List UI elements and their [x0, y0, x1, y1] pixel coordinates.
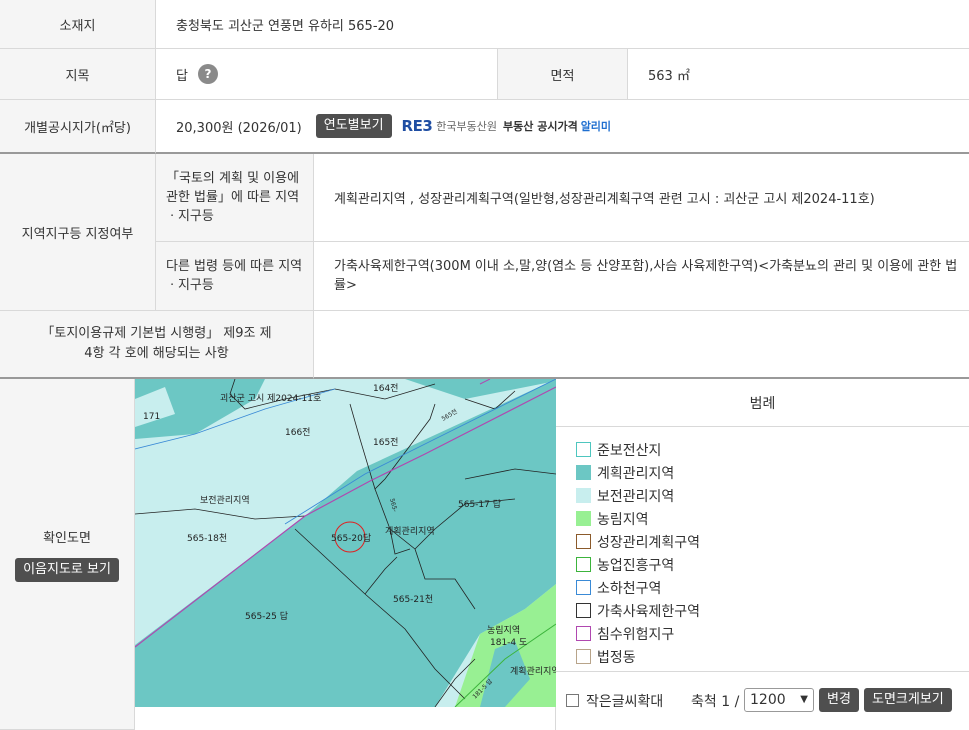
legend-item: 농림지역	[576, 507, 700, 530]
legend-item-label: 농림지역	[597, 511, 649, 528]
legend-list: 준보전산지계획관리지역보전관리지역농림지역성장관리계획구역농업진흥구역소하천구역…	[576, 438, 700, 668]
map-label-bojeon: 보전관리지역	[200, 495, 250, 506]
legend-item: 준보전산지	[576, 438, 700, 461]
legend-item: 농업진흥구역	[576, 553, 700, 576]
law2-value: 가축사육제한구역(300M 이내 소,말,양(염소 등 산양포함),사슴 사육제…	[334, 259, 958, 293]
law1-label: 「국토의 계획 및 이용에 관한 법률」에 따른 지역ㆍ지구등	[166, 171, 300, 224]
view-eum-map-button[interactable]: 이음지도로 보기	[15, 557, 119, 582]
legend-item-label: 침수위험지구	[597, 626, 675, 643]
map-label-gyehoek2: 계획관리지역	[510, 665, 556, 677]
legend-item-label: 법정동	[597, 649, 636, 666]
legend-item: 법정동	[576, 645, 700, 668]
map-label-565-18: 565-18천	[187, 533, 227, 544]
legend-swatch	[576, 649, 591, 664]
zone-label: 지역지구등 지정여부	[21, 226, 134, 242]
area-label: 면적	[550, 68, 575, 84]
map-label-164: 164전	[373, 383, 398, 394]
map-canvas: 괴산군 고시 제2024-11호 164전 166전 165전 565전 보전관…	[135, 379, 556, 707]
legend-item-label: 계획관리지역	[597, 465, 675, 482]
map-controls: 작은글씨확대 축척 1 / 1200 ▼ 변경 도면크게보기	[556, 671, 969, 730]
law1-value-cell: 계획관리지역 , 성장관리계획구역(일반형,성장관리계획구역 관련 고시 : 괴…	[314, 154, 969, 242]
legend-item: 침수위험지구	[576, 622, 700, 645]
address-value: 충청북도 괴산군 연풍면 유하리 565-20	[176, 18, 395, 34]
map-footer-space	[135, 707, 556, 730]
legend-swatch	[576, 580, 591, 595]
scale-label: 축척 1 /	[691, 694, 740, 710]
large-map-button[interactable]: 도면크게보기	[864, 688, 952, 712]
map-label-166: 166전	[285, 427, 310, 438]
yearly-view-button[interactable]: 연도별보기	[315, 114, 392, 138]
small-text-zoom-label[interactable]: 작은글씨확대	[586, 691, 663, 711]
legend-swatch	[576, 465, 591, 480]
price-value: 20,300원 (2026/01)	[176, 120, 302, 136]
price-label: 개별공시지가(㎡당)	[24, 120, 131, 136]
law2-label-cell: 다른 법령 등에 따른 지역ㆍ지구등	[156, 242, 314, 311]
regulation-label-cell: 「토지이용규제 기본법 시행령」 제9조 제4항 각 호에 해당되는 사항	[0, 311, 314, 379]
legend-title: 범례	[556, 379, 969, 427]
legend-swatch	[576, 442, 591, 457]
map-label-565-25: 565-25 답	[245, 610, 288, 622]
jimok-label: 지목	[65, 68, 90, 84]
map-label-171: 171	[143, 412, 160, 422]
jimok-value: 답	[176, 68, 188, 84]
address-label-cell: 소재지	[0, 0, 156, 49]
legend-swatch	[576, 603, 591, 618]
law2-label: 다른 법령 등에 따른 지역ㆍ지구등	[166, 259, 303, 293]
map-label-notice: 괴산군 고시 제2024-11호	[220, 393, 321, 404]
reb-alimi: 알리미	[580, 120, 612, 133]
map-label-gyehoek: 계획관리지역	[385, 525, 435, 537]
legend-item-label: 준보전산지	[597, 442, 662, 459]
area-label-cell: 면적	[498, 49, 628, 100]
legend-swatch	[576, 488, 591, 503]
scale-select[interactable]: 1200 ▼	[744, 688, 814, 712]
scale-select-value: 1200	[750, 692, 786, 708]
small-text-zoom-checkbox[interactable]	[566, 694, 579, 707]
reb-org: 한국부동산원	[436, 120, 498, 133]
map-section-label-cell: 확인도면 이음지도로 보기	[0, 379, 135, 730]
legend-item: 가축사육제한구역	[576, 599, 700, 622]
legend-item-label: 소하천구역	[597, 580, 662, 597]
legend-swatch	[576, 511, 591, 526]
area-value: 563 ㎡	[648, 68, 690, 84]
question-icon[interactable]: ?	[197, 64, 218, 84]
reb-link[interactable]: RE3 한국부동산원 부동산 공시가격 알리미	[402, 117, 612, 135]
legend-swatch	[576, 557, 591, 572]
regulation-value-cell	[314, 311, 969, 379]
zone-label-cell: 지역지구등 지정여부	[0, 154, 156, 311]
legend-item: 소하천구역	[576, 576, 700, 599]
legend-item-label: 가축사육제한구역	[597, 603, 701, 620]
map-label-nongnim: 농림지역	[487, 624, 520, 636]
map-label-565-21: 565-21천	[393, 594, 433, 605]
map-section-label: 확인도면	[43, 530, 91, 546]
confirmation-map[interactable]: 괴산군 고시 제2024-11호 164전 166전 165전 565전 보전관…	[135, 379, 556, 707]
law1-label-cell: 「국토의 계획 및 이용에 관한 법률」에 따른 지역ㆍ지구등	[156, 154, 314, 242]
legend-item: 성장관리계획구역	[576, 530, 700, 553]
legend-item: 보전관리지역	[576, 484, 700, 507]
legend-item-label: 성장관리계획구역	[597, 534, 701, 551]
land-use-info-page: 소재지 충청북도 괴산군 연풍면 유하리 565-20 지목 답 ? 면적 56…	[0, 0, 969, 730]
legend-item-label: 보전관리지역	[597, 488, 675, 505]
scale-change-button[interactable]: 변경	[819, 688, 859, 712]
area-value-cell: 563 ㎡	[628, 49, 969, 100]
reb-logo: RE3	[401, 117, 433, 135]
jimok-value-cell: 답 ?	[156, 49, 498, 100]
price-label-cell: 개별공시지가(㎡당)	[0, 100, 156, 154]
map-label-165: 165전	[373, 437, 398, 448]
legend-swatch	[576, 534, 591, 549]
law1-value: 계획관리지역 , 성장관리계획구역(일반형,성장관리계획구역 관련 고시 : 괴…	[334, 192, 875, 207]
jimok-label-cell: 지목	[0, 49, 156, 100]
price-value-cell: 20,300원 (2026/01) 연도별보기 RE3 한국부동산원 부동산 공…	[156, 100, 969, 154]
legend-item: 계획관리지역	[576, 461, 700, 484]
address-value-cell: 충청북도 괴산군 연풍면 유하리 565-20	[156, 0, 969, 49]
map-label-181-4: 181-4 도	[490, 638, 527, 648]
map-label-565-20: 565-20답	[331, 532, 371, 544]
regulation-label: 「토지이용규제 기본법 시행령」 제9조 제4항 각 호에 해당되는 사항	[41, 326, 272, 361]
legend-swatch	[576, 626, 591, 641]
legend-item-label: 농업진흥구역	[597, 557, 675, 574]
chevron-down-icon: ▼	[800, 694, 808, 705]
law2-value-cell: 가축사육제한구역(300M 이내 소,말,양(염소 등 산양포함),사슴 사육제…	[314, 242, 969, 311]
address-label: 소재지	[59, 18, 96, 34]
map-label-565-17: 565-17 답	[458, 498, 501, 510]
reb-service: 부동산 공시가격	[503, 120, 578, 133]
